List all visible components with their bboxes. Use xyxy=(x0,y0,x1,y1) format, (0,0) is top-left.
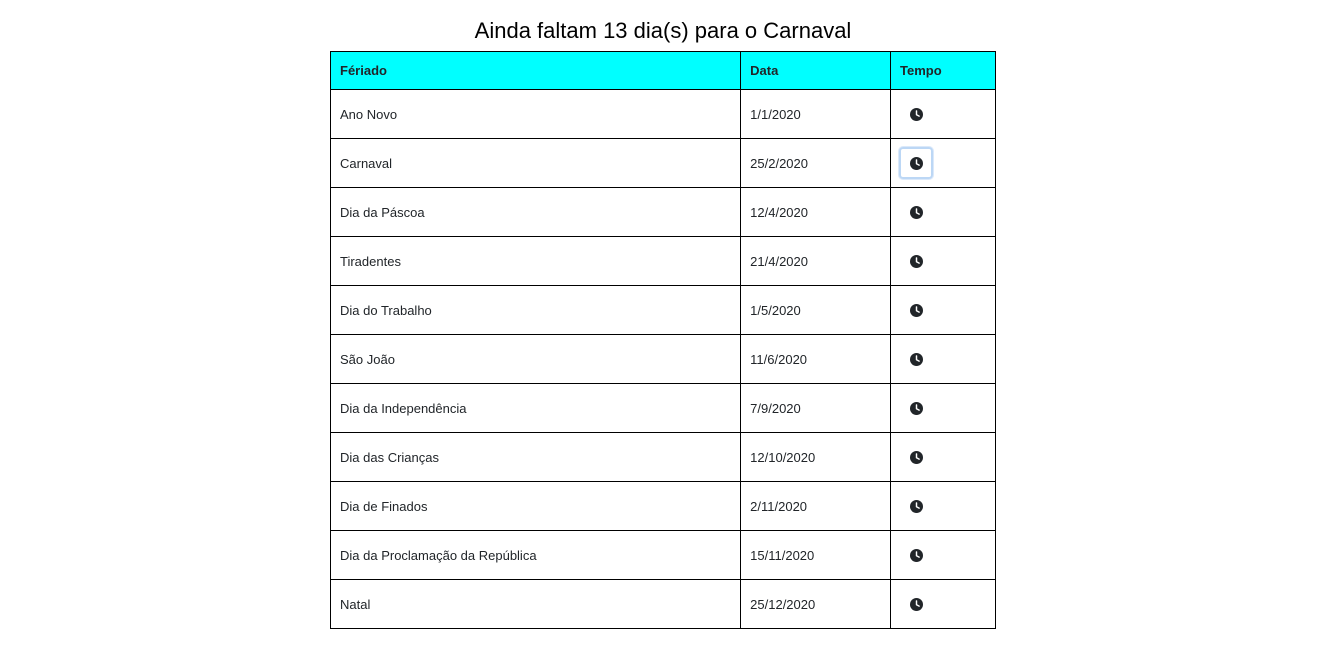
clock-icon xyxy=(909,401,923,415)
clock-icon xyxy=(909,205,923,219)
clock-icon xyxy=(909,450,923,464)
holiday-date-cell: 25/12/2020 xyxy=(740,579,891,629)
clock-icon xyxy=(909,352,923,366)
clock-icon xyxy=(909,548,923,562)
table-row: Natal 25/12/2020 xyxy=(329,579,996,629)
table-row: Carnaval 25/2/2020 xyxy=(329,138,996,188)
holiday-name-cell: Dia da Páscoa xyxy=(329,187,742,237)
clock-icon xyxy=(909,254,923,268)
time-remaining-button[interactable] xyxy=(899,490,933,522)
clock-icon xyxy=(909,156,923,170)
holiday-time-cell xyxy=(890,383,996,433)
holiday-name-cell: Ano Novo xyxy=(329,89,742,139)
table-row: Dia do Trabalho 1/5/2020 xyxy=(329,285,996,335)
clock-icon xyxy=(909,303,923,317)
holiday-time-cell xyxy=(890,432,996,482)
holiday-name-cell: Tiradentes xyxy=(329,236,742,286)
table-row: Dia da Páscoa 12/4/2020 xyxy=(329,187,996,237)
holiday-date-cell: 1/5/2020 xyxy=(740,285,891,335)
clock-icon xyxy=(909,499,923,513)
holiday-date-cell: 7/9/2020 xyxy=(740,383,891,433)
holiday-name-cell: Dia do Trabalho xyxy=(329,285,742,335)
holiday-name-cell: Dia de Finados xyxy=(329,481,742,531)
holiday-time-cell xyxy=(890,579,996,629)
holiday-table: Fériado Data Tempo Ano Novo 1/1/2020 Carna… xyxy=(329,51,996,629)
table-row: Tiradentes 21/4/2020 xyxy=(329,236,996,286)
holiday-time-cell xyxy=(890,334,996,384)
column-header-date: Data xyxy=(740,51,891,90)
holiday-date-cell: 15/11/2020 xyxy=(740,530,891,580)
holiday-name-cell: Dia da Proclamação da República xyxy=(329,530,742,580)
holiday-time-cell xyxy=(890,285,996,335)
table-row: Dia da Independência 7/9/2020 xyxy=(329,383,996,433)
clock-icon xyxy=(909,107,923,121)
holiday-name-cell: Natal xyxy=(329,579,742,629)
time-remaining-button[interactable] xyxy=(899,245,933,277)
holiday-date-cell: 11/6/2020 xyxy=(740,334,891,384)
holiday-time-cell xyxy=(890,187,996,237)
holiday-date-cell: 21/4/2020 xyxy=(740,236,891,286)
holiday-date-cell: 2/11/2020 xyxy=(740,481,891,531)
clock-icon xyxy=(909,597,923,611)
column-header-time: Tempo xyxy=(890,51,996,90)
column-header-holiday: Fériado xyxy=(329,51,742,90)
holiday-date-cell: 25/2/2020 xyxy=(740,138,891,188)
time-remaining-button[interactable] xyxy=(899,294,933,326)
holiday-date-cell: 12/4/2020 xyxy=(740,187,891,237)
table-row: Dia da Proclamação da República 15/11/202… xyxy=(329,530,996,580)
table-row: Ano Novo 1/1/2020 xyxy=(329,89,996,139)
time-remaining-button[interactable] xyxy=(899,392,933,424)
table-header-row: Fériado Data Tempo xyxy=(329,51,996,90)
holiday-name-cell: São João xyxy=(329,334,742,384)
time-remaining-button[interactable] xyxy=(899,343,933,375)
holiday-name-cell: Dia da Independência xyxy=(329,383,742,433)
holiday-time-cell xyxy=(890,481,996,531)
table-row: Dia das Crianças 12/10/2020 xyxy=(329,432,996,482)
page-title: Ainda faltam 13 dia(s) para o Carnaval xyxy=(474,18,852,43)
holiday-name-cell: Carnaval xyxy=(329,138,742,188)
holiday-time-cell xyxy=(890,138,996,188)
holiday-name-cell: Dia das Crianças xyxy=(329,432,742,482)
holiday-time-cell xyxy=(890,236,996,286)
time-remaining-button[interactable] xyxy=(899,441,933,473)
holiday-date-cell: 1/1/2020 xyxy=(740,89,891,139)
time-remaining-button[interactable] xyxy=(899,147,933,179)
table-row: São João 11/6/2020 xyxy=(329,334,996,384)
time-remaining-button[interactable] xyxy=(899,588,933,620)
table-body: Ano Novo 1/1/2020 Carnaval 25/2/2020 Dia da … xyxy=(329,89,996,629)
table-row: Dia de Finados 2/11/2020 xyxy=(329,481,996,531)
holiday-date-cell: 12/10/2020 xyxy=(740,432,891,482)
holiday-time-cell xyxy=(890,530,996,580)
holiday-time-cell xyxy=(890,89,996,139)
time-remaining-button[interactable] xyxy=(899,196,933,228)
time-remaining-button[interactable] xyxy=(899,98,933,130)
time-remaining-button[interactable] xyxy=(899,539,933,571)
